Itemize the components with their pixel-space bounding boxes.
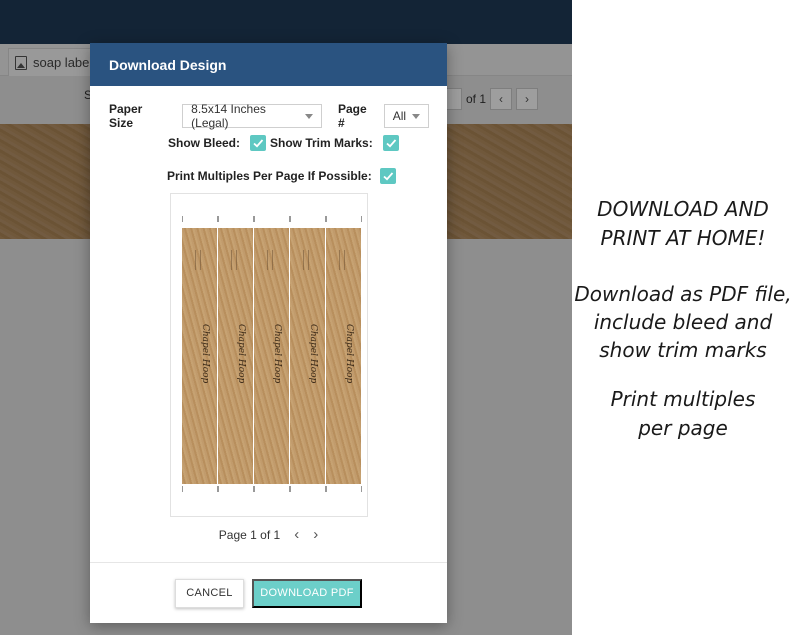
dialog-title: Download Design	[109, 56, 227, 73]
preview-pager: Page 1 of 1 ‹ ›	[90, 527, 447, 542]
check-icon	[253, 139, 264, 148]
promo-line: Print multiples	[610, 387, 756, 411]
chevron-down-icon	[304, 113, 313, 119]
trim-mark	[182, 216, 183, 222]
print-preview: Chapel Hoop Chapel Hoop Chapel Hoop Chapel …	[170, 193, 368, 517]
preview-label-text: Chapel Hoop	[272, 324, 282, 384]
print-multiples-row: Print Multiples Per Page If Possible:	[167, 168, 396, 184]
preview-label-strip: Chapel Hoop	[182, 228, 217, 484]
promo-line: PRINT AT HOME!	[600, 226, 766, 250]
download-pdf-button[interactable]: DOWNLOAD PDF	[252, 578, 362, 608]
preview-label-detail	[231, 250, 237, 270]
cancel-button[interactable]: CANCEL	[175, 578, 244, 608]
preview-label-strip: Chapel Hoop	[254, 228, 289, 484]
preview-label-strip: Chapel Hoop	[290, 228, 325, 484]
promo-line: per page	[638, 416, 728, 440]
preview-label-detail	[303, 250, 309, 270]
chevron-right-icon[interactable]: ›	[313, 527, 318, 542]
trim-mark	[290, 216, 291, 222]
preview-label-strip: Chapel Hoop	[218, 228, 253, 484]
check-icon	[383, 172, 393, 181]
paper-size-row: Paper Size 8.5x14 Inches (Legal) Page # …	[109, 102, 429, 130]
print-multiples-label: Print Multiples Per Page If Possible:	[167, 169, 372, 183]
show-trim-marks-checkbox[interactable]	[382, 135, 399, 151]
promo-line: Download as PDF file,	[574, 282, 792, 306]
trim-mark	[361, 216, 362, 222]
paper-size-value: 8.5x14 Inches (Legal)	[191, 102, 266, 130]
show-bleed-checkbox[interactable]	[250, 135, 267, 151]
chevron-left-icon[interactable]: ‹	[294, 527, 299, 542]
preview-label-detail	[267, 250, 273, 270]
preview-label-text: Chapel Hoop	[344, 324, 354, 384]
promo-line: show trim marks	[599, 338, 767, 362]
print-multiples-checkbox[interactable]	[379, 168, 396, 184]
trim-mark	[326, 216, 327, 222]
page-number-label: Page #	[337, 102, 367, 130]
preview-label-detail	[195, 250, 201, 270]
trim-mark	[254, 216, 255, 222]
page-number-select[interactable]: All	[383, 104, 429, 128]
promo-panel: DOWNLOAD AND PRINT AT HOME! Download as …	[572, 0, 794, 635]
preview-label-detail	[339, 250, 345, 270]
download-design-dialog: Download Design Paper Size 8.5x14 Inches…	[90, 43, 447, 623]
bleed-trim-row: Show Bleed: Show Trim Marks:	[168, 135, 399, 151]
preview-label-strip: Chapel Hoop	[326, 228, 361, 484]
chevron-down-icon	[412, 113, 420, 119]
preview-label-text: Chapel Hoop	[236, 324, 246, 384]
show-trim-marks-label: Show Trim Marks:	[270, 136, 373, 150]
trim-mark	[290, 486, 291, 492]
show-bleed-label: Show Bleed:	[168, 136, 241, 150]
promo-line: include bleed and	[593, 310, 773, 334]
promo-line: DOWNLOAD AND	[597, 197, 769, 221]
paper-size-select[interactable]: 8.5x14 Inches (Legal)	[182, 102, 322, 130]
page-number-value: All	[392, 109, 407, 123]
preview-page-text: Page 1 of 1	[218, 527, 281, 542]
trim-mark	[218, 216, 219, 222]
dialog-footer: CANCEL DOWNLOAD PDF	[90, 562, 447, 623]
trim-mark	[182, 486, 183, 492]
trim-mark	[218, 486, 219, 492]
trim-mark	[326, 486, 327, 492]
preview-label-text: Chapel Hoop	[308, 324, 318, 384]
dialog-header: Download Design	[90, 43, 447, 86]
trim-mark	[361, 486, 362, 492]
trim-mark	[254, 486, 255, 492]
preview-label-text: Chapel Hoop	[200, 324, 210, 384]
check-icon	[386, 139, 396, 148]
paper-size-label: Paper Size	[109, 102, 143, 130]
